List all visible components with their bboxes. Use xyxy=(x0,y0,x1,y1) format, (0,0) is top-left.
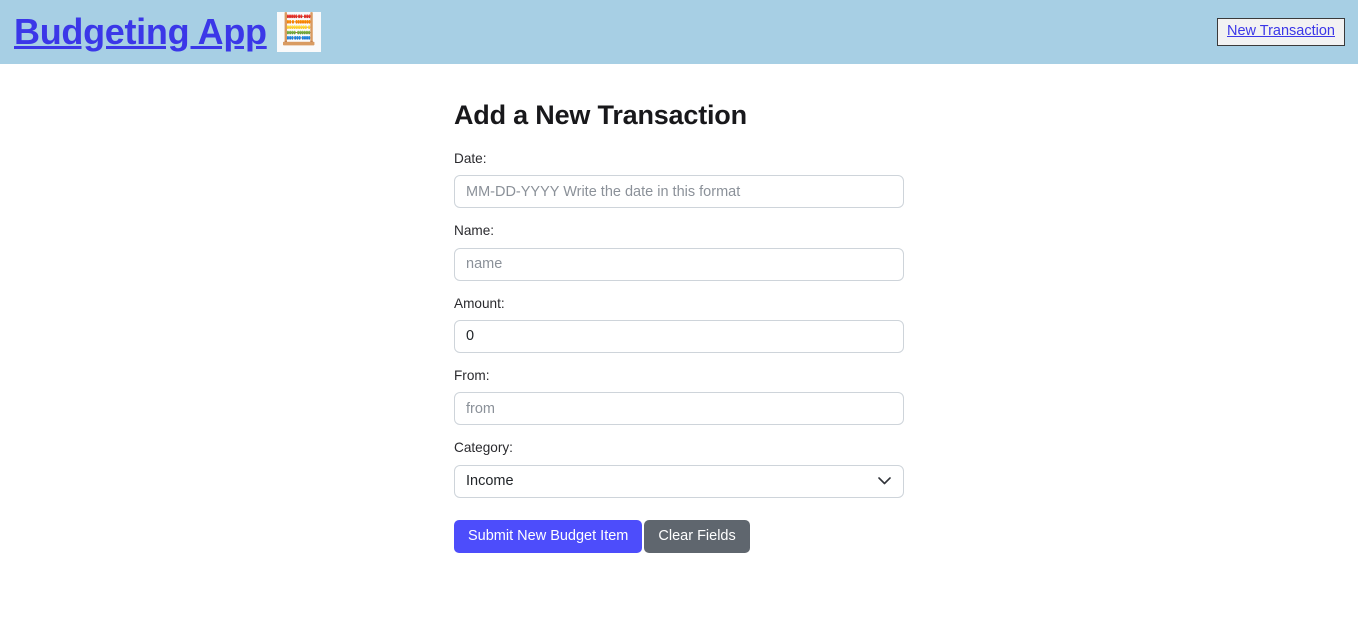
field-date: Date: xyxy=(454,151,904,209)
field-amount: Amount: xyxy=(454,296,904,353)
brand-link[interactable]: Budgeting App xyxy=(14,14,267,50)
form-actions: Submit New Budget Item Clear Fields xyxy=(454,519,904,553)
page-body: Add a New Transaction Date: Name: Amount… xyxy=(0,64,1358,553)
date-input[interactable] xyxy=(454,175,904,209)
name-label: Name: xyxy=(454,223,495,239)
field-category: Category: Income xyxy=(454,440,904,498)
page-title: Add a New Transaction xyxy=(454,100,747,130)
field-from: From: xyxy=(454,367,904,426)
field-name: Name: xyxy=(454,223,904,281)
new-transaction-button[interactable]: New Transaction xyxy=(1217,17,1345,47)
category-select[interactable]: Income xyxy=(454,464,904,498)
category-select-wrap: Income xyxy=(454,464,904,498)
transaction-form: Add a New Transaction Date: Name: Amount… xyxy=(454,100,904,553)
brand: Budgeting App 🧮 xyxy=(14,12,321,52)
calculator-icon: 🧮 xyxy=(276,12,321,52)
submit-button[interactable]: Submit New Budget Item xyxy=(454,519,643,553)
amount-input[interactable] xyxy=(454,319,904,353)
from-label: From: xyxy=(454,367,490,383)
category-label: Category: xyxy=(454,440,513,456)
new-transaction-link[interactable]: New Transaction xyxy=(1227,23,1335,39)
from-input[interactable] xyxy=(454,392,904,426)
clear-fields-button[interactable]: Clear Fields xyxy=(644,519,750,553)
name-input[interactable] xyxy=(454,247,904,281)
date-label: Date: xyxy=(454,151,487,166)
amount-label: Amount: xyxy=(454,295,505,311)
site-header: Budgeting App 🧮 New Transaction xyxy=(0,0,1358,64)
